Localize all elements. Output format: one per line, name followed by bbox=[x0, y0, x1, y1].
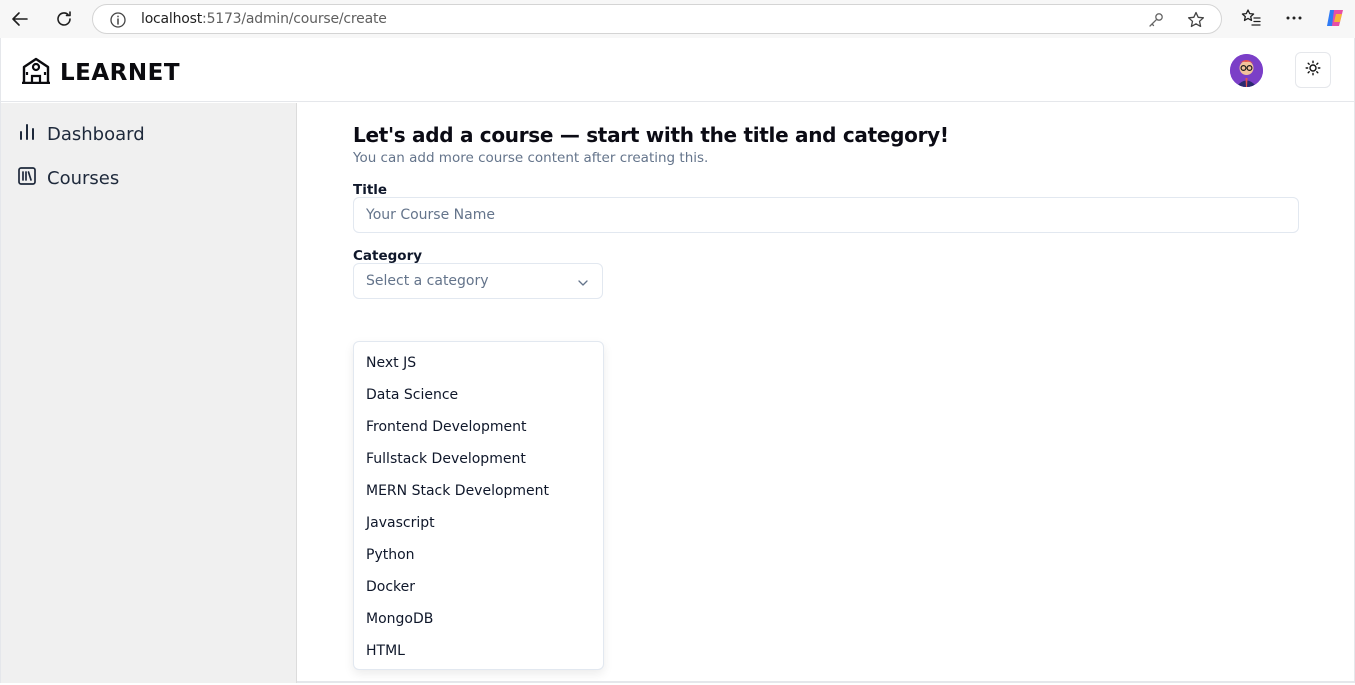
browser-toolbar: localhost:5173/admin/course/create bbox=[0, 0, 1355, 38]
favorites-icon[interactable] bbox=[1240, 7, 1262, 34]
sidebar-item-label: Dashboard bbox=[47, 124, 145, 145]
url-path: :5173/admin/course/create bbox=[202, 11, 387, 27]
sidebar-item-dashboard[interactable]: Dashboard bbox=[18, 123, 145, 146]
app-window: LEARNET Dashboard Courses Let's add a co… bbox=[0, 38, 1355, 683]
back-icon[interactable] bbox=[7, 7, 33, 31]
category-option[interactable]: MERN Stack Development bbox=[354, 475, 603, 507]
category-select-value: Select a category bbox=[366, 273, 489, 289]
category-dropdown: Next JS Data Science Frontend Developmen… bbox=[353, 341, 604, 670]
url-host: localhost bbox=[141, 11, 203, 27]
sidebar-item-label: Courses bbox=[47, 168, 120, 189]
site-info-icon[interactable] bbox=[109, 11, 127, 34]
category-option[interactable]: Javascript bbox=[354, 507, 603, 539]
key-icon[interactable] bbox=[1147, 11, 1165, 34]
theme-toggle-button[interactable] bbox=[1295, 52, 1331, 88]
category-option[interactable]: Data Science bbox=[354, 379, 603, 411]
brand-name: LEARNET bbox=[60, 59, 181, 86]
sidebar-item-courses[interactable]: Courses bbox=[18, 167, 119, 190]
category-option[interactable]: Next JS bbox=[354, 347, 603, 379]
chevron-down-icon bbox=[577, 276, 589, 294]
library-icon bbox=[18, 167, 36, 190]
url-text: localhost:5173/admin/course/create bbox=[141, 11, 387, 27]
bar-chart-icon bbox=[18, 123, 36, 146]
copilot-icon[interactable] bbox=[1324, 7, 1346, 34]
category-option[interactable]: Fullstack Development bbox=[354, 443, 603, 475]
category-option[interactable]: Python bbox=[354, 539, 603, 571]
category-option[interactable]: HTML bbox=[354, 635, 603, 667]
avatar[interactable] bbox=[1230, 54, 1263, 87]
brand-logo[interactable]: LEARNET bbox=[21, 56, 180, 89]
category-option[interactable]: Docker bbox=[354, 571, 603, 603]
category-select[interactable]: Select a category bbox=[353, 263, 603, 299]
title-label: Title bbox=[353, 182, 388, 198]
favorite-star-icon[interactable] bbox=[1186, 10, 1206, 35]
category-option[interactable]: MongoDB bbox=[354, 603, 603, 635]
reload-icon[interactable] bbox=[51, 7, 77, 31]
more-options-icon[interactable] bbox=[1284, 7, 1304, 34]
school-icon bbox=[21, 56, 51, 89]
sun-icon bbox=[1305, 60, 1321, 81]
page-subtitle: You can add more course content after cr… bbox=[353, 150, 709, 166]
category-option[interactable]: Frontend Development bbox=[354, 411, 603, 443]
sidebar: Dashboard Courses bbox=[1, 103, 297, 683]
course-title-input[interactable] bbox=[353, 197, 1299, 233]
category-label: Category bbox=[353, 248, 423, 264]
address-bar[interactable]: localhost:5173/admin/course/create bbox=[92, 4, 1222, 34]
app-header: LEARNET bbox=[1, 38, 1354, 102]
page-title: Let's add a course — start with the titl… bbox=[353, 123, 949, 147]
